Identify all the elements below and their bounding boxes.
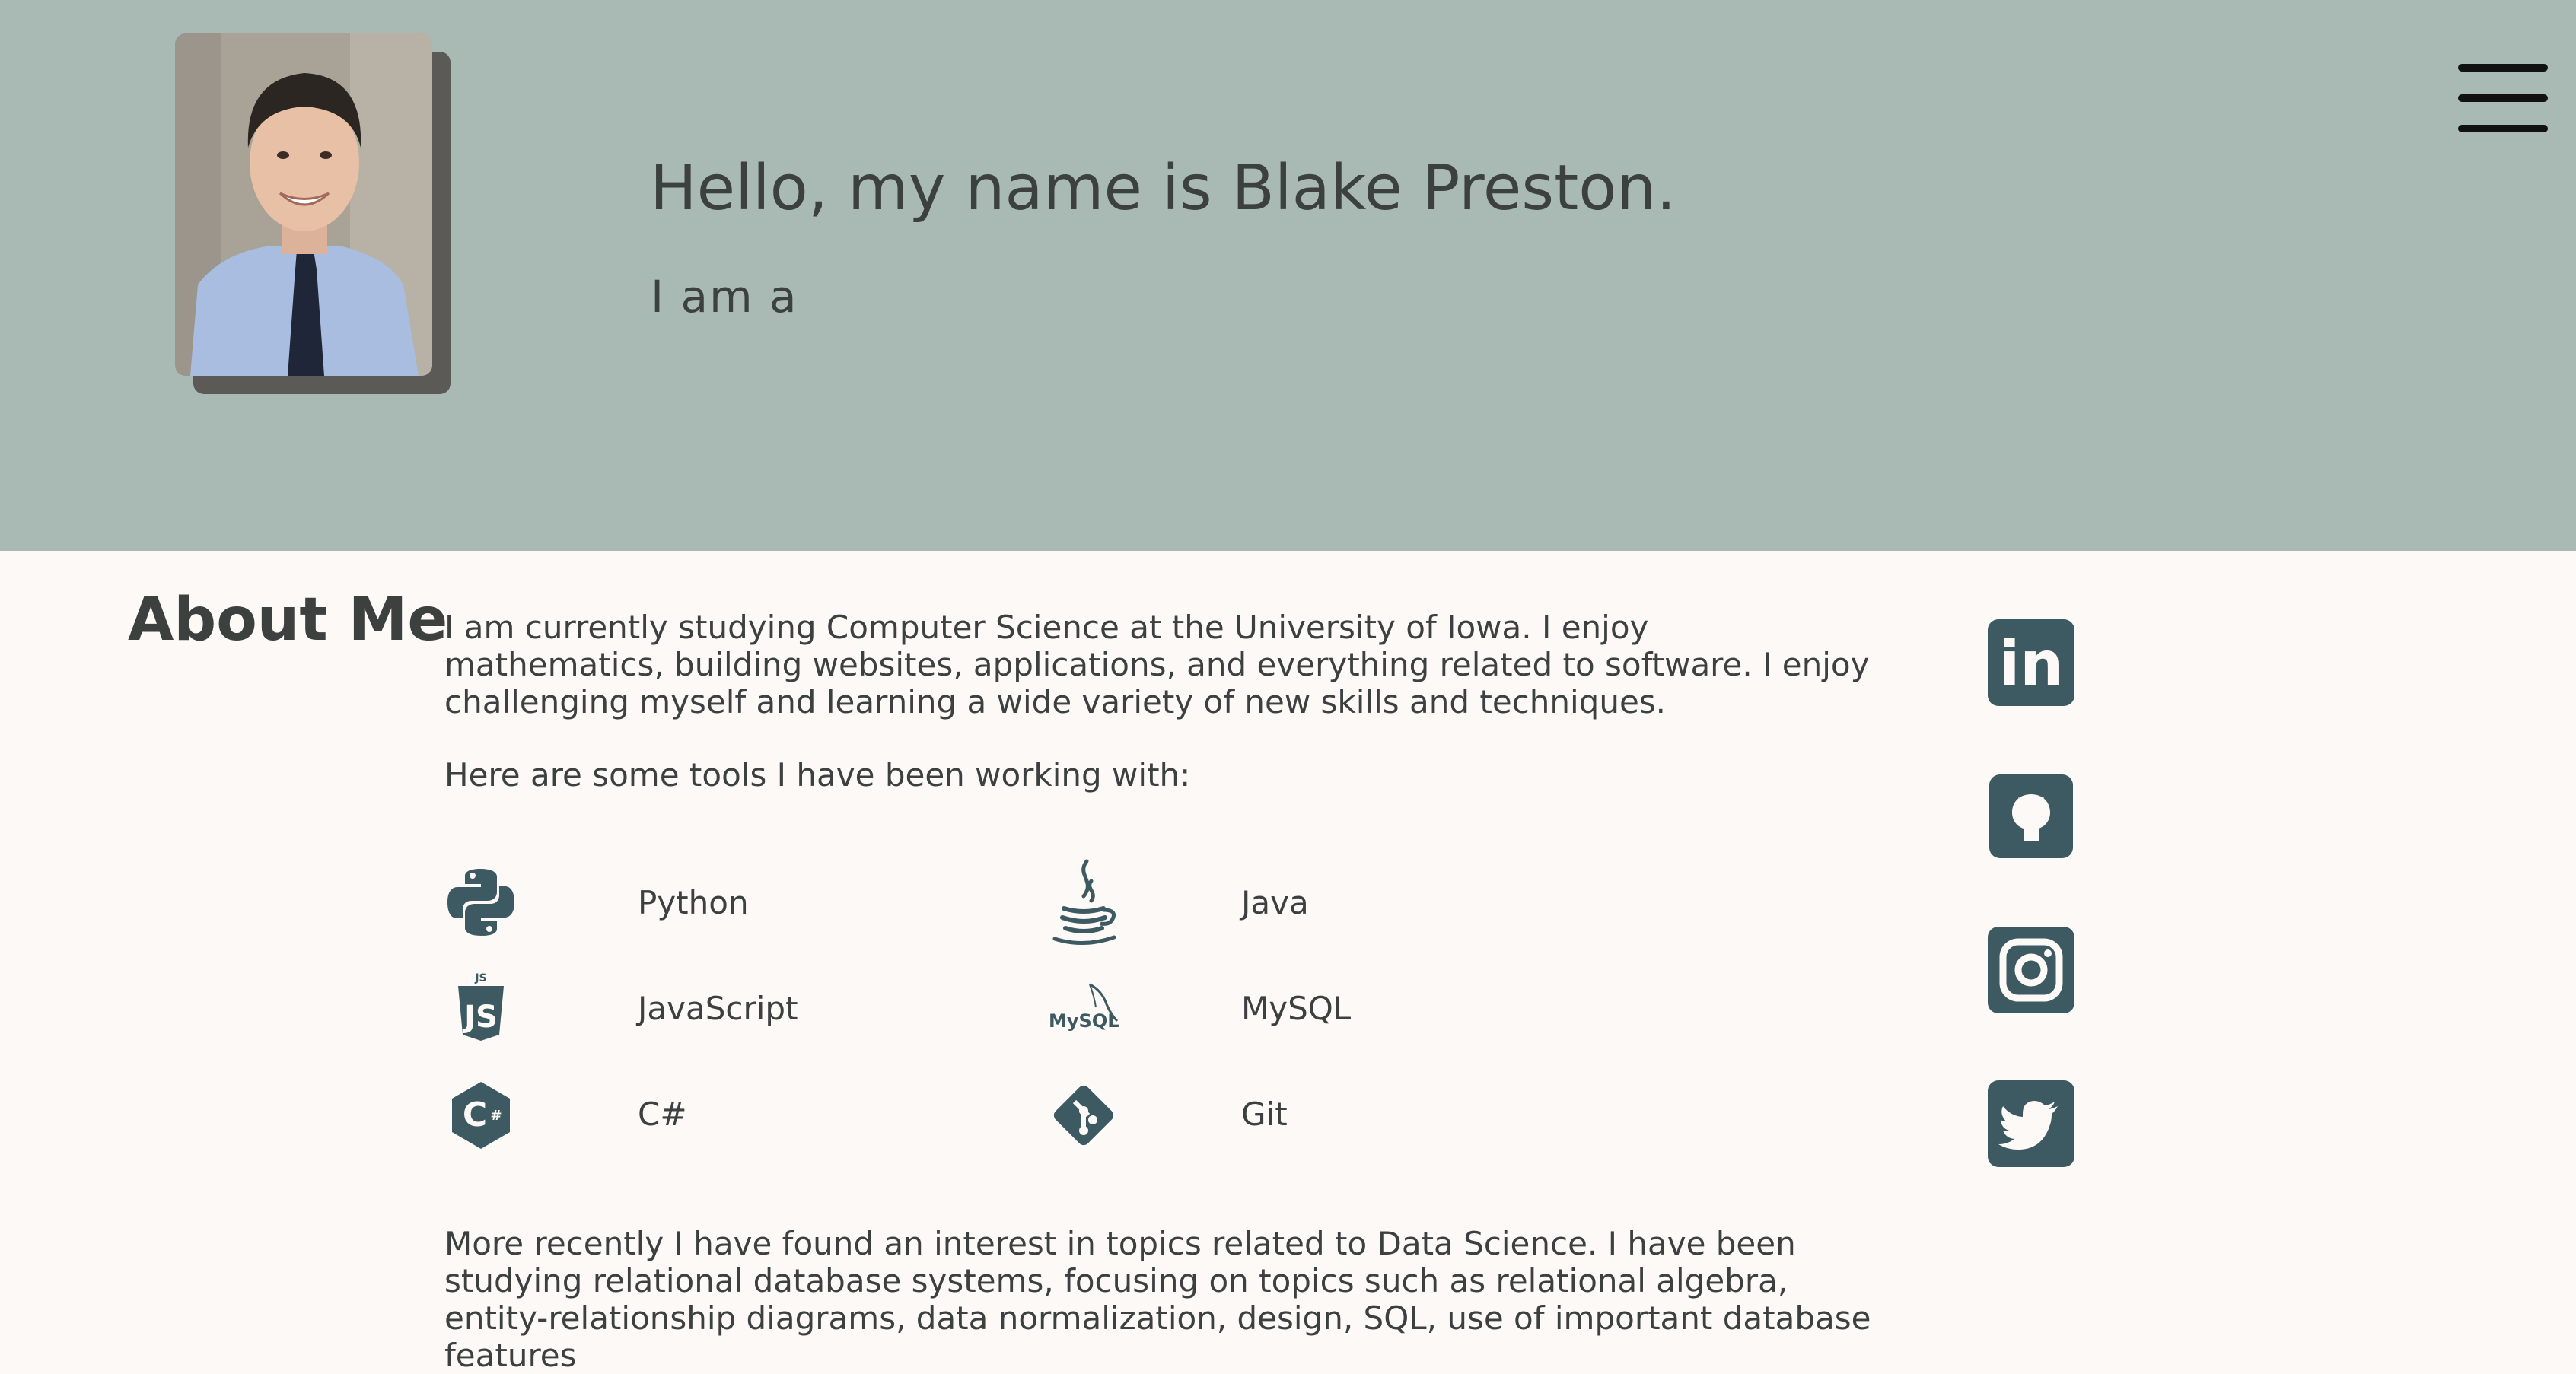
svg-text:#: # xyxy=(490,1108,502,1124)
hero-typed-text: I am a xyxy=(651,271,798,323)
svg-text:C: C xyxy=(463,1096,487,1134)
tools-intro-text: Here are some tools I have been working … xyxy=(444,756,1191,794)
java-icon xyxy=(1047,858,1120,949)
about-me-heading: About Me xyxy=(128,586,448,654)
tool-label-python: Python xyxy=(638,884,749,921)
tool-label-git: Git xyxy=(1241,1096,1288,1133)
git-icon xyxy=(1047,1079,1120,1152)
profile-photo-frame xyxy=(175,33,451,394)
tool-label-java: Java xyxy=(1241,884,1309,921)
svg-text:JS: JS xyxy=(474,972,486,984)
instagram-icon[interactable] xyxy=(1988,927,2074,1013)
hero-greeting: Hello, my name is Blake Preston. xyxy=(650,152,1676,224)
csharp-icon: C # xyxy=(444,1079,517,1152)
svg-text:JS: JS xyxy=(462,1000,498,1035)
javascript-icon: JS JS xyxy=(444,971,517,1044)
tool-label-mysql: MySQL xyxy=(1241,990,1352,1027)
about-intro-text: I am currently studying Computer Science… xyxy=(444,609,1870,720)
tool-label-csharp: C# xyxy=(638,1096,687,1133)
profile-photo xyxy=(175,33,432,376)
twitter-icon[interactable] xyxy=(1988,1080,2074,1167)
svg-text:MySQL: MySQL xyxy=(1049,1010,1119,1032)
data-science-text: More recently I have found an interest i… xyxy=(444,1225,1871,1374)
mysql-icon: MySQL xyxy=(1047,981,1120,1054)
python-icon xyxy=(444,866,517,939)
linkedin-icon[interactable]: in xyxy=(1988,619,2074,706)
github-icon[interactable] xyxy=(1989,774,2073,858)
svg-text:in: in xyxy=(1999,628,2063,699)
hero-section: Hello, my name is Blake Preston. I am a xyxy=(0,0,2576,551)
tool-label-javascript: JavaScript xyxy=(638,990,798,1027)
hamburger-menu-icon[interactable] xyxy=(2458,64,2548,134)
